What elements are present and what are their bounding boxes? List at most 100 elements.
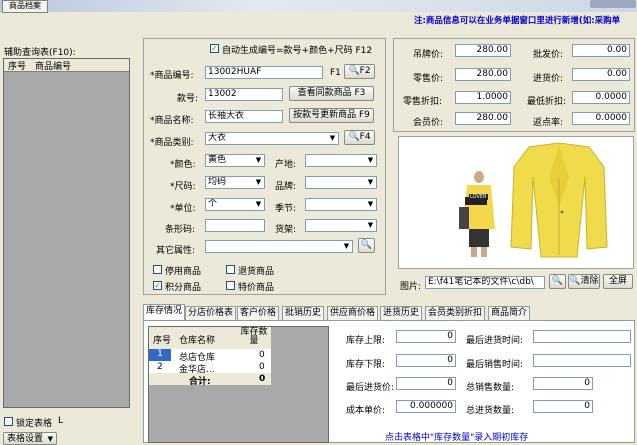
color-select[interactable]: 黄色 ▼	[205, 154, 265, 167]
window-buttons[interactable]	[590, 0, 636, 8]
barcode-input[interactable]	[205, 219, 265, 232]
disabled-product-checkbox[interactable]	[153, 265, 162, 274]
product-image[interactable]: LOVER	[398, 136, 634, 269]
points-product-checkbox[interactable]: ✓	[153, 281, 162, 290]
update-by-style-button[interactable]: 按款号更新商品 F9	[289, 108, 374, 123]
cost-price-input[interactable]: 0.000000	[396, 400, 456, 413]
retail-price-label: 零售价:	[413, 74, 444, 84]
image-path-input[interactable]: E:\f41笔记本的文件\c\db\	[425, 276, 545, 289]
lock-table-label: 锁定表格	[16, 419, 53, 429]
origin-label: 产地:	[275, 160, 297, 170]
same-style-button[interactable]: 查看同款商品 F3	[289, 86, 374, 101]
brand-select[interactable]: ▼	[305, 176, 377, 189]
min-discount-label: 最低折扣:	[527, 97, 567, 107]
lookup-f2-button[interactable]: 🔍F2	[344, 64, 375, 79]
lookup-f4-label: F4	[359, 132, 371, 142]
row-no: 1	[149, 349, 171, 361]
row-qty: 0	[259, 350, 265, 360]
barcode-label: 条形码:	[165, 225, 196, 235]
member-price-input[interactable]: 280.00	[455, 112, 511, 125]
total-sale-qty-input[interactable]: 0	[533, 377, 593, 390]
table-total-row: 合计: 0	[149, 373, 271, 387]
return-product-checkbox[interactable]	[226, 265, 235, 274]
dropdown-arrow-icon: ▼	[343, 242, 350, 250]
tab-customer-price[interactable]: 客户价格	[237, 306, 280, 320]
other-attr-label: 其它属性:	[156, 246, 196, 256]
total-sale-qty-label: 总销售数量:	[466, 383, 515, 393]
other-attr-lookup-button[interactable]: 🔍	[358, 238, 375, 253]
search-icon: 🔍	[360, 240, 373, 250]
code-label: *商品编号:	[150, 71, 194, 81]
other-attr-select[interactable]: ▼	[205, 240, 353, 253]
last-sale-time-input[interactable]	[533, 354, 631, 367]
browse-image-button[interactable]: 🔍	[549, 274, 566, 289]
tab-member-discount[interactable]: 会员类别折扣	[425, 306, 486, 320]
total-value: 0	[259, 374, 266, 384]
season-label: 季节:	[275, 204, 297, 214]
col-seq: 序号	[153, 336, 172, 346]
tab-product-intro[interactable]: 商品简介	[488, 306, 531, 320]
autogen-checkbox[interactable]: ✓	[210, 44, 219, 53]
lock-table-checkbox[interactable]	[4, 417, 13, 426]
stock-table[interactable]: 序号 仓库名称 库存数量 1 总店仓库 0 2 金华店... 0 合计: 0	[148, 326, 329, 443]
shelf-select[interactable]: ▼	[305, 219, 377, 232]
stock-lower-label: 库存下限:	[346, 360, 386, 370]
tab-stock[interactable]: 库存情况	[143, 304, 186, 321]
search-icon: 🔍	[551, 276, 564, 286]
last-purchase-time-input[interactable]	[533, 330, 631, 343]
purchase-price-input[interactable]: 0.00	[572, 68, 630, 81]
clear-image-button[interactable]: 🔍清除	[568, 274, 600, 289]
total-purchase-qty-input[interactable]: 0	[533, 400, 593, 413]
title-tab[interactable]: 商品档案	[2, 0, 48, 13]
tab-purchase-history[interactable]: 进货历史	[380, 306, 423, 320]
size-value: 均码	[208, 177, 227, 187]
retail-discount-input[interactable]: 1.0000	[455, 91, 511, 104]
special-price-checkbox[interactable]	[226, 281, 235, 290]
brand-tag: LOVER	[469, 194, 488, 200]
last-purchase-price-input[interactable]: 0	[396, 377, 456, 390]
lock-table-key: L	[58, 416, 64, 426]
dropdown-arrow-icon: ▼	[255, 156, 262, 164]
dropdown-arrow-icon: ▼	[255, 200, 262, 208]
retail-price-input[interactable]: 280.00	[455, 68, 511, 81]
category-value: 大衣	[208, 133, 227, 143]
table-settings-button[interactable]: 表格设置 ▼	[3, 432, 57, 445]
dropdown-arrow-icon: ▼	[329, 134, 336, 142]
stock-lower-input[interactable]: 0	[396, 354, 456, 367]
search-icon: 🔍	[348, 132, 360, 142]
aux-query-header-row: 序号 商品编号	[4, 59, 129, 72]
min-discount-input[interactable]: 0.0000	[572, 91, 630, 104]
size-label: *尺码:	[170, 182, 196, 192]
last-sale-time-label: 最后销售时间:	[466, 360, 524, 370]
title-bar	[0, 0, 637, 12]
purchase-price-label: 进货价:	[533, 74, 564, 84]
tab-supplier-price[interactable]: 供应商价格	[327, 306, 379, 320]
clear-icon: 🔍	[569, 276, 581, 286]
name-input[interactable]: 长袖大衣	[205, 110, 283, 123]
stock-upper-label: 库存上限:	[346, 336, 386, 346]
origin-select[interactable]: ▼	[305, 154, 377, 167]
size-select[interactable]: 均码 ▼	[205, 176, 265, 189]
aux-query-header: 辅助查询表(F10):	[4, 48, 76, 58]
brand-tag-text: LOVER	[470, 194, 487, 200]
style-input[interactable]: 13002	[205, 88, 283, 101]
row-no: 2	[157, 362, 163, 372]
tab-branch-price[interactable]: 分店价格表	[185, 306, 237, 320]
code-input[interactable]: 13002HUAF	[205, 66, 323, 79]
fullscreen-button[interactable]: 全屏	[603, 274, 633, 289]
return-product-label: 退货商品	[238, 267, 275, 277]
rebate-rate-input[interactable]: 0.0000	[572, 112, 630, 125]
tag-price-input[interactable]: 280.00	[455, 44, 511, 57]
search-icon: 🔍	[348, 66, 360, 76]
lookup-f2-label: F2	[359, 66, 371, 76]
aux-query-table[interactable]: 序号 商品编号	[3, 58, 130, 408]
season-select[interactable]: ▼	[305, 198, 377, 211]
wholesale-price-input[interactable]: 0.00	[572, 44, 630, 57]
last-purchase-time-label: 最后进货时间:	[466, 336, 524, 346]
tab-wholesale-history[interactable]: 批销历史	[282, 306, 325, 320]
category-select[interactable]: 大衣 ▼	[205, 132, 339, 145]
member-price-label: 会员价:	[413, 118, 444, 128]
unit-select[interactable]: 个 ▼	[205, 198, 265, 211]
lookup-f4-button[interactable]: 🔍F4	[344, 130, 375, 145]
stock-upper-input[interactable]: 0	[396, 330, 456, 343]
